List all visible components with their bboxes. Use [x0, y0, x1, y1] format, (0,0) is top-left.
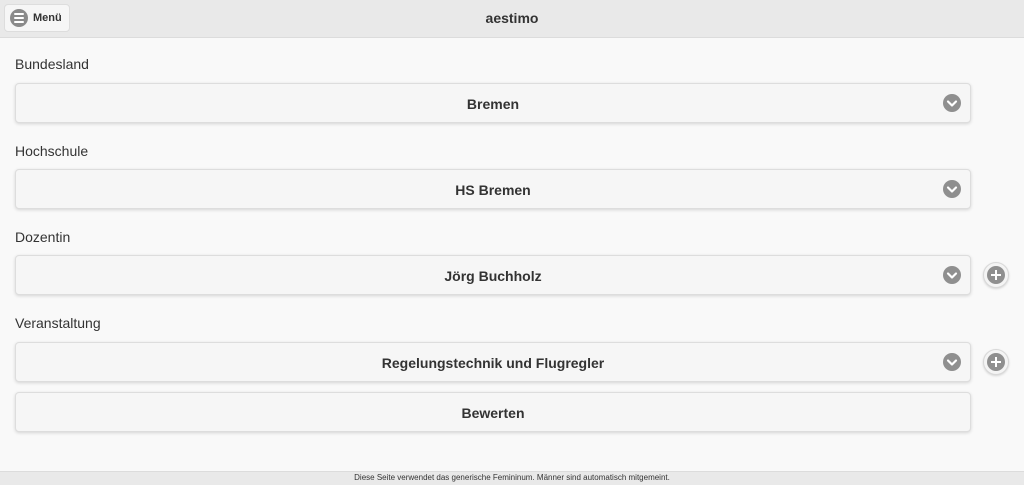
- veranstaltung-label: Veranstaltung: [15, 315, 101, 331]
- chevron-down-icon: [943, 180, 961, 198]
- dozentin-value: Jörg Buchholz: [444, 268, 542, 284]
- hochschule-select[interactable]: HS Bremen: [15, 169, 971, 209]
- chevron-down-icon: [943, 266, 961, 284]
- bundesland-value: Bremen: [466, 96, 520, 112]
- chevron-down-icon: [943, 353, 961, 371]
- chevron-down-icon: [943, 94, 961, 112]
- hochschule-label: Hochschule: [15, 143, 89, 159]
- add-veranstaltung-button[interactable]: [983, 349, 1009, 375]
- bundesland-select[interactable]: Bremen: [15, 83, 971, 123]
- veranstaltung-value: Regelungstechnik und Flugregler: [381, 355, 605, 371]
- bundesland-label: Bundesland: [15, 56, 89, 72]
- plus-icon: [987, 266, 1005, 284]
- header-bar: Menü aestimo: [0, 0, 1024, 38]
- dozentin-label: Dozentin: [15, 229, 71, 245]
- add-dozentin-button[interactable]: [983, 262, 1009, 288]
- rate-button[interactable]: Bewerten: [15, 392, 971, 432]
- dozentin-select[interactable]: Jörg Buchholz: [15, 255, 971, 295]
- hochschule-value: HS Bremen: [455, 182, 531, 198]
- plus-icon: [987, 353, 1005, 371]
- footer-notice: Diese Seite verwendet das generische Fem…: [0, 471, 1024, 485]
- rate-button-label: Bewerten: [461, 405, 525, 421]
- veranstaltung-select[interactable]: Regelungstechnik und Flugregler: [15, 342, 971, 382]
- page-title: aestimo: [485, 10, 539, 26]
